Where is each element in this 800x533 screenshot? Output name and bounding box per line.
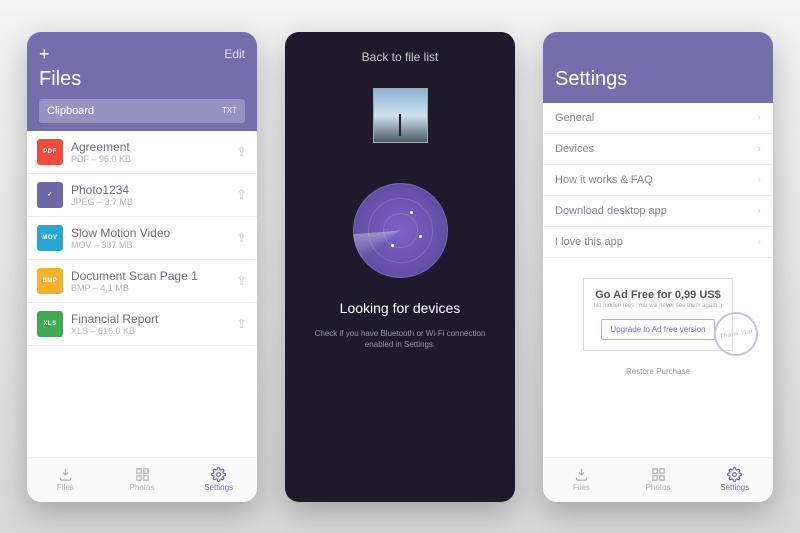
adfree-card: Go Ad Free for 0,99 US$ No hidden fees. … bbox=[583, 278, 733, 351]
tab-bar: Files Photos Settings bbox=[543, 457, 773, 502]
row-label: Devices bbox=[555, 143, 594, 155]
file-meta: XLS – 616.0 KB bbox=[71, 326, 228, 336]
gear-icon bbox=[727, 467, 742, 482]
file-meta: MOV – 387 MB bbox=[71, 240, 228, 250]
grid-icon bbox=[651, 467, 666, 482]
file-type-icon: XLS bbox=[37, 311, 63, 337]
tab-files[interactable]: Files bbox=[543, 458, 620, 502]
clipboard-ext: TXT bbox=[222, 106, 237, 115]
share-icon[interactable]: ⇪ bbox=[236, 144, 247, 160]
settings-header: Settings bbox=[543, 32, 773, 103]
chevron-right-icon: › bbox=[757, 236, 761, 248]
adfree-title: Go Ad Free for 0,99 US$ bbox=[592, 289, 724, 301]
clipboard-row[interactable]: Clipboard TXT bbox=[39, 99, 245, 123]
transfer-body: Looking for devices Check if you have Bl… bbox=[285, 74, 515, 502]
files-title: Files bbox=[39, 68, 245, 91]
file-type-icon: PDF bbox=[37, 139, 63, 165]
tab-label: Files bbox=[573, 483, 590, 492]
tab-label: Photos bbox=[130, 483, 155, 492]
grid-icon bbox=[135, 467, 150, 482]
adfree-subtitle: No hidden fees. You will never see them … bbox=[592, 303, 724, 309]
file-name: Financial Report bbox=[71, 312, 228, 326]
download-icon bbox=[574, 467, 589, 482]
tab-label: Settings bbox=[204, 483, 233, 492]
settings-row-love[interactable]: I love this app › bbox=[543, 227, 773, 258]
tab-bar: Files Photos Settings bbox=[27, 457, 257, 502]
chevron-right-icon: › bbox=[757, 112, 761, 124]
file-type-icon: MOV bbox=[37, 225, 63, 251]
settings-list: General › Devices › How it works & FAQ › Do… bbox=[543, 103, 773, 457]
gear-icon bbox=[211, 467, 226, 482]
chevron-right-icon: › bbox=[757, 174, 761, 186]
files-list[interactable]: PDF Agreement PDF – 96.0 KB ⇪ ✓ Photo123… bbox=[27, 131, 257, 457]
tab-photos[interactable]: Photos bbox=[104, 458, 181, 502]
upgrade-button[interactable]: Upgrade to Ad free version bbox=[601, 319, 714, 340]
photo-thumbnail[interactable] bbox=[373, 88, 428, 143]
tab-label: Settings bbox=[720, 483, 749, 492]
file-row[interactable]: BMP Document Scan Page 1 BMP – 4.1 MB ⇪ bbox=[27, 260, 257, 303]
share-icon[interactable]: ⇪ bbox=[236, 273, 247, 289]
settings-row-devices[interactable]: Devices › bbox=[543, 134, 773, 165]
edit-link[interactable]: Edit bbox=[224, 47, 245, 61]
tab-label: Photos bbox=[646, 483, 671, 492]
share-icon[interactable]: ⇪ bbox=[236, 187, 247, 203]
radar-graphic bbox=[353, 183, 448, 278]
file-name: Agreement bbox=[71, 140, 228, 154]
transfer-hint: Check if you have Bluetooth or Wi-Fi con… bbox=[285, 328, 515, 350]
file-name: Document Scan Page 1 bbox=[71, 269, 228, 283]
files-header: + Edit Files Clipboard TXT bbox=[27, 32, 257, 131]
settings-screen: Settings General › Devices › How it works … bbox=[543, 32, 773, 502]
chevron-right-icon: › bbox=[757, 205, 761, 217]
file-row[interactable]: ✓ Photo1234 JPEG – 3.7 MB ⇪ bbox=[27, 174, 257, 217]
file-meta: BMP – 4.1 MB bbox=[71, 283, 228, 293]
transfer-screen: Back to file list Looking for devices Ch… bbox=[285, 32, 515, 502]
file-row[interactable]: PDF Agreement PDF – 96.0 KB ⇪ bbox=[27, 131, 257, 174]
tab-photos[interactable]: Photos bbox=[620, 458, 697, 502]
settings-row-faq[interactable]: How it works & FAQ › bbox=[543, 165, 773, 196]
file-row[interactable]: MOV Slow Motion Video MOV – 387 MB ⇪ bbox=[27, 217, 257, 260]
settings-row-desktop[interactable]: Download desktop app › bbox=[543, 196, 773, 227]
settings-title: Settings bbox=[555, 68, 761, 91]
file-type-icon: BMP bbox=[37, 268, 63, 294]
file-name: Photo1234 bbox=[71, 183, 228, 197]
back-link[interactable]: Back to file list bbox=[285, 32, 515, 74]
tab-files[interactable]: Files bbox=[27, 458, 104, 502]
add-icon[interactable]: + bbox=[39, 45, 50, 63]
tab-settings[interactable]: Settings bbox=[696, 458, 773, 502]
file-meta: JPEG – 3.7 MB bbox=[71, 197, 228, 207]
files-screen: + Edit Files Clipboard TXT PDF Agreement… bbox=[27, 32, 257, 502]
row-label: How it works & FAQ bbox=[555, 174, 653, 186]
share-icon[interactable]: ⇪ bbox=[236, 230, 247, 246]
transfer-status: Looking for devices bbox=[340, 300, 461, 316]
chevron-right-icon: › bbox=[757, 143, 761, 155]
row-label: I love this app bbox=[555, 236, 623, 248]
tab-label: Files bbox=[57, 483, 74, 492]
thank-you-stamp: Thank You bbox=[711, 308, 762, 359]
settings-row-general[interactable]: General › bbox=[543, 103, 773, 134]
clipboard-label: Clipboard bbox=[47, 105, 94, 117]
share-icon[interactable]: ⇪ bbox=[236, 316, 247, 332]
file-type-icon: ✓ bbox=[37, 182, 63, 208]
file-name: Slow Motion Video bbox=[71, 226, 228, 240]
row-label: Download desktop app bbox=[555, 205, 667, 217]
tab-settings[interactable]: Settings bbox=[180, 458, 257, 502]
download-icon bbox=[58, 467, 73, 482]
row-label: General bbox=[555, 112, 594, 124]
restore-purchase-link[interactable]: Restore Purchase bbox=[543, 367, 773, 376]
file-meta: PDF – 96.0 KB bbox=[71, 154, 228, 164]
file-row[interactable]: XLS Financial Report XLS – 616.0 KB ⇪ bbox=[27, 303, 257, 346]
